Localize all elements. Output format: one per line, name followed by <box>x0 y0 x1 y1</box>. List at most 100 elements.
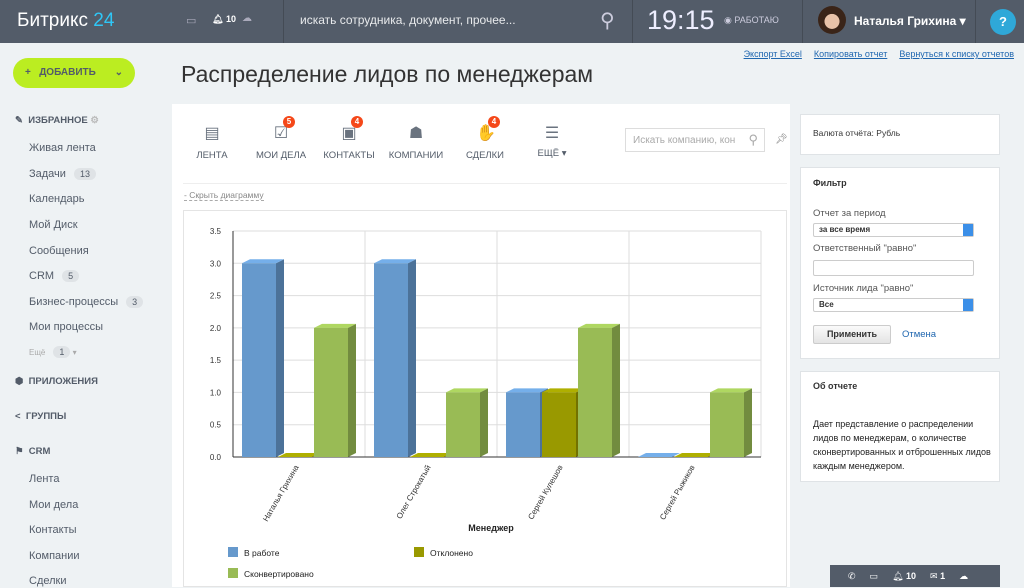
legend-label: Отклонено <box>430 548 473 558</box>
clock: 19:15 <box>647 5 715 36</box>
legend-swatch <box>414 547 424 557</box>
y-tick-label: 0.5 <box>210 421 222 430</box>
tab-more[interactable]: ЕЩЁ ▾ <box>517 148 587 159</box>
activities-count: 5 <box>283 116 295 128</box>
bar-В работе <box>506 392 540 457</box>
y-tick-label: 0.0 <box>210 453 222 462</box>
search-icon: ⚲ <box>748 132 758 148</box>
sidebar-crm-deals[interactable]: Сделки <box>29 575 67 587</box>
period-label: Отчет за период <box>813 208 886 219</box>
add-button[interactable]: + ДОБАВИТЬ⌄ <box>13 58 135 88</box>
top-bar: Битрикс 24 ▭ 🔔︎ 10 ☁ искать сотрудника, … <box>0 0 1024 43</box>
sidebar-item-disk[interactable]: Мой Диск <box>29 219 78 231</box>
x-axis-title: Менеджер <box>468 523 514 533</box>
source-select[interactable]: Все <box>813 298 974 312</box>
legend-label: Сконвертировано <box>244 569 314 579</box>
pin-icon[interactable]: 📌︎ <box>775 134 788 145</box>
work-status-button[interactable]: ◉ РАБОТАЮ <box>724 15 779 26</box>
chat-icon[interactable]: ▭ <box>186 14 196 27</box>
deals-count: 4 <box>488 116 500 128</box>
global-search-input[interactable]: искать сотрудника, документ, прочее... <box>300 13 516 27</box>
filter-title: Фильтр <box>813 178 847 188</box>
x-tick-label: Сергей Рыжиков <box>658 464 697 522</box>
bar-side <box>612 324 620 457</box>
responsible-input[interactable] <box>813 260 974 276</box>
bar-side <box>276 259 284 457</box>
sidebar-favorites[interactable]: ✎ ИЗБРАННОЕ ⚙ <box>15 115 99 126</box>
responsible-label: Ответственный "равно" <box>813 243 916 254</box>
y-tick-label: 1.5 <box>210 356 222 365</box>
sidebar-item-bp[interactable]: Бизнес-процессы3 <box>29 296 143 308</box>
bar-side <box>408 259 416 457</box>
tab-deals[interactable]: СДЕЛКИ <box>450 150 520 161</box>
sidebar-item-messages[interactable]: Сообщения <box>29 245 89 257</box>
sidebar-crm-feed[interactable]: Лента <box>29 473 59 485</box>
logo[interactable]: Битрикс 24 <box>17 10 114 32</box>
cloud-icon: ☁ <box>242 13 252 24</box>
cancel-link[interactable]: Отмена <box>902 329 936 340</box>
copy-report-link[interactable]: Копировать отчет <box>814 49 887 59</box>
about-box: Об отчете Дает представление о распредел… <box>800 371 1000 482</box>
apply-button[interactable]: Применить <box>813 325 891 344</box>
tab-activities[interactable]: МОИ ДЕЛА <box>246 150 316 161</box>
export-excel-link[interactable]: Экспорт Excel <box>744 49 802 59</box>
notifications-button[interactable]: 🔔︎ 10 <box>892 571 916 582</box>
bar-В работе <box>242 263 276 457</box>
avatar[interactable] <box>818 6 846 34</box>
about-text: Дает представление о распределении лидов… <box>813 417 993 473</box>
filter-box: Фильтр Отчет за период за все время Отве… <box>800 167 1000 359</box>
currency-box: Валюта отчёта: Рубль <box>800 114 1000 155</box>
back-to-reports-link[interactable]: Вернуться к списку отчетов <box>899 49 1014 59</box>
mail-button[interactable]: ✉ 1 <box>930 571 945 582</box>
page-title: Распределение лидов по менеджерам <box>181 61 593 88</box>
companies-icon: ☗ <box>407 125 425 143</box>
crm-search-input[interactable]: Искать компанию, кон⚲ <box>625 128 765 152</box>
select-arrows-icon <box>963 224 973 236</box>
x-tick-label: Сергей Кулешов <box>526 464 564 522</box>
bar-side <box>744 388 752 457</box>
sidebar-item-tasks[interactable]: Задачи13 <box>29 168 96 180</box>
cloud-icon[interactable]: ☁ <box>959 571 968 582</box>
user-menu[interactable]: Наталья Грихина ▾ <box>854 14 966 28</box>
sidebar-groups[interactable]: < ГРУППЫ <box>15 411 66 422</box>
sidebar-crm-activities[interactable]: Мои дела <box>29 499 78 511</box>
help-button[interactable]: ? <box>990 9 1016 35</box>
chart-container: 0.00.51.01.52.02.53.03.5Наталья ГрихинаО… <box>183 210 787 587</box>
legend-label: В работе <box>244 548 280 558</box>
sidebar-item-feed[interactable]: Живая лента <box>29 142 96 154</box>
legend-swatch <box>228 568 238 578</box>
bar-Сконвертировано <box>578 328 612 457</box>
phone-icon[interactable]: ✆ <box>848 571 856 582</box>
select-arrows-icon <box>963 299 973 311</box>
about-title: Об отчете <box>813 381 857 391</box>
y-tick-label: 2.0 <box>210 324 222 333</box>
bar-top <box>638 453 680 457</box>
hide-chart-link[interactable]: - Скрыть диаграмму <box>184 190 264 201</box>
sidebar-more[interactable]: Ещё1 ▾ <box>29 346 77 358</box>
tab-companies[interactable]: КОМПАНИИ <box>381 150 451 161</box>
sidebar-apps[interactable]: ⬢ ПРИЛОЖЕНИЯ <box>15 376 98 387</box>
x-tick-label: Олег Строкатый <box>395 464 433 521</box>
search-icon[interactable]: ⚲ <box>600 8 615 33</box>
bar-side <box>348 324 356 457</box>
sidebar-item-calendar[interactable]: Календарь <box>29 193 85 205</box>
contacts-count: 4 <box>351 116 363 128</box>
bar-В работе <box>374 263 408 457</box>
bar-top <box>410 453 452 457</box>
tab-contacts[interactable]: КОНТАКТЫ <box>314 150 384 161</box>
sidebar-crm[interactable]: ⚑ CRM <box>15 446 50 457</box>
chat-icon[interactable]: ▭ <box>870 571 879 582</box>
notifications-button[interactable]: 🔔︎ 10 <box>212 14 236 25</box>
more-icon: ☰ <box>543 125 561 143</box>
bar-Сконвертировано <box>446 392 480 457</box>
bar-side <box>480 388 488 457</box>
sidebar-item-crm[interactable]: CRM5 <box>29 270 79 282</box>
sidebar-crm-companies[interactable]: Компании <box>29 550 80 562</box>
period-select[interactable]: за все время <box>813 223 974 237</box>
tab-feed[interactable]: ЛЕНТА <box>177 150 247 161</box>
bottom-bar: ✆ ▭ 🔔︎ 10 ✉ 1 ☁ <box>830 565 1000 587</box>
bar-Сконвертировано <box>710 392 744 457</box>
bar-chart: 0.00.51.01.52.02.53.03.5Наталья ГрихинаО… <box>184 211 788 588</box>
sidebar-item-processes[interactable]: Мои процессы <box>29 321 103 333</box>
sidebar-crm-contacts[interactable]: Контакты <box>29 524 77 536</box>
